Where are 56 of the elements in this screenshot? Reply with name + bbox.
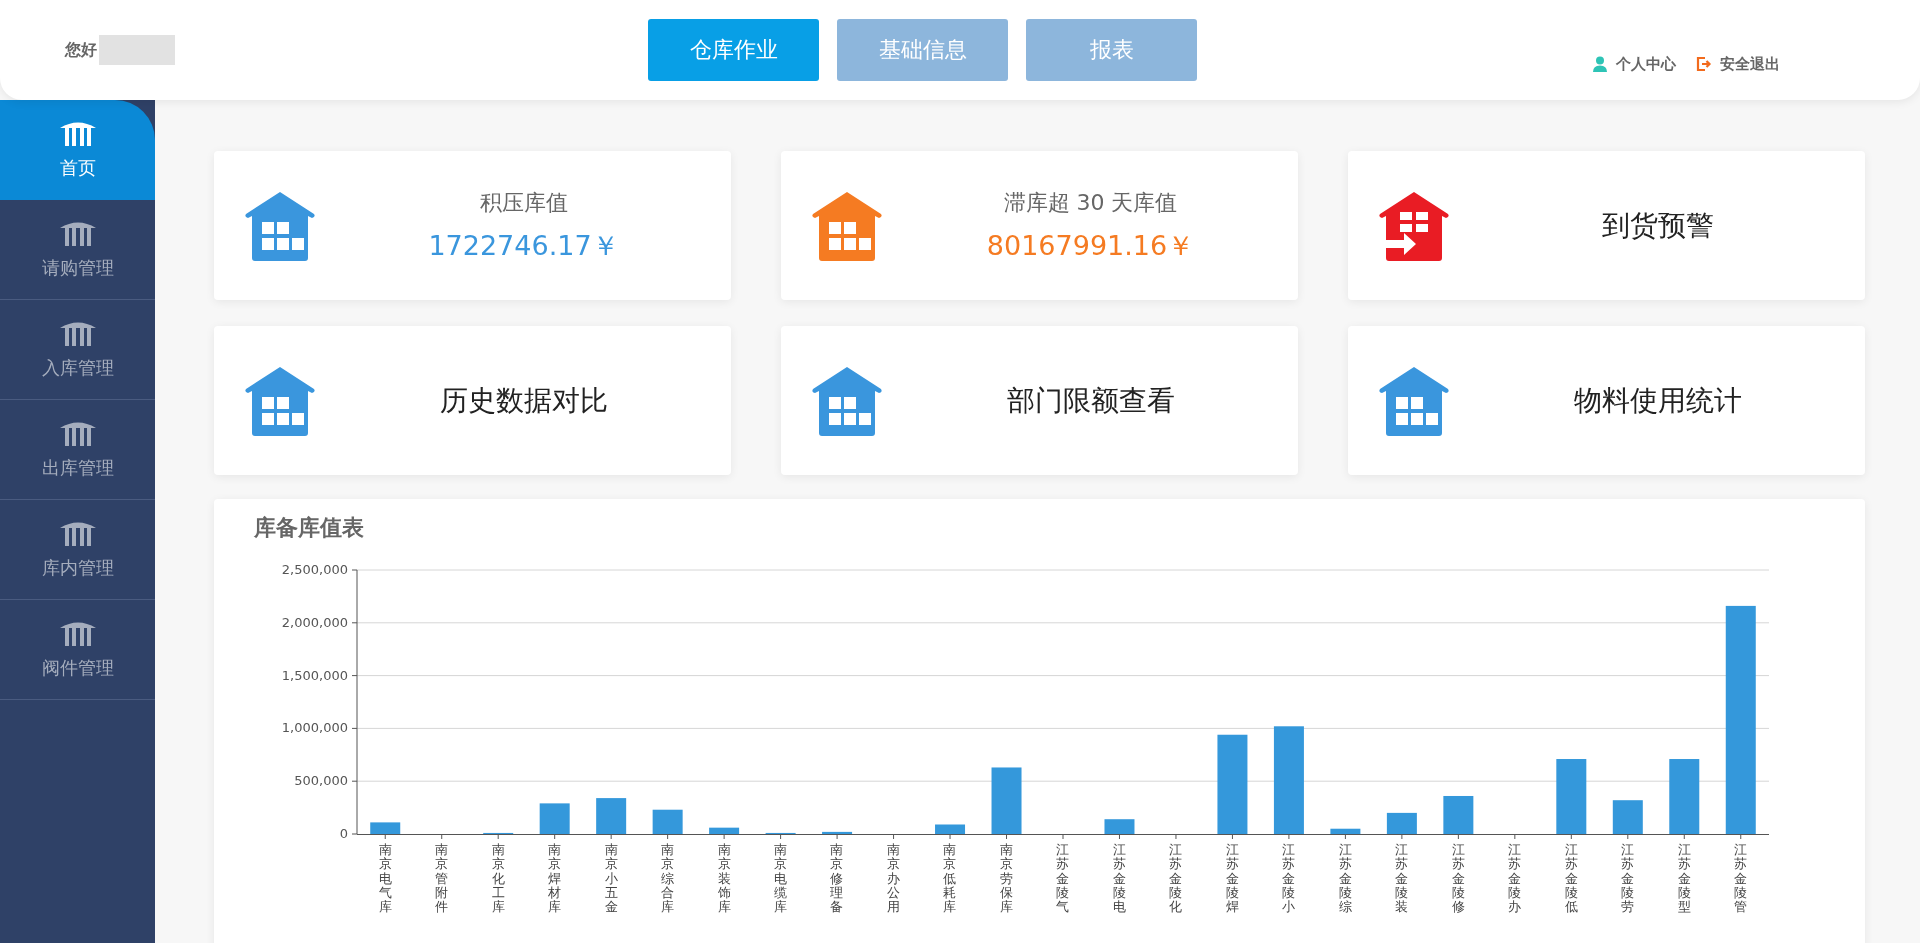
dashboard-card[interactable]: 滞库超 30 天库值 80167991.16￥ [781,151,1298,300]
user-link[interactable]: 安全退出 [1696,54,1780,74]
x-axis-label: 江苏金陵修 [1451,843,1465,915]
sidebar-item[interactable]: 库内管理 [0,500,155,600]
x-axis-label: 江苏金陵焊 [1225,843,1239,915]
card-title: 到货预警 [1601,207,1714,244]
y-axis-label: 0 [339,826,348,841]
x-axis-label: 南京装饰库 [717,843,731,915]
x-axis-label: 江苏金陵办 [1508,843,1522,915]
nav-tab[interactable]: 仓库作业 [648,19,819,81]
card-title: 滞库超 30 天库值 [1003,188,1178,217]
x-axis-label: 南京办公用 [886,843,900,915]
sidebar-item[interactable]: 出库管理 [0,400,155,500]
x-axis-label: 南京电气库 [378,843,392,915]
y-axis-label: 1,000,000 [281,720,348,736]
x-axis-label: 江苏金陵电 [1112,843,1126,915]
sidebar-item[interactable]: 请购管理 [0,200,155,300]
x-axis-label: 南京综合库 [661,843,675,915]
sidebar-item[interactable]: 首页 [0,100,155,200]
card-title: 历史数据对比 [439,382,608,419]
card-title: 部门限额查看 [1006,382,1175,419]
x-axis-label: 南京修理备 [830,843,844,915]
card-value: 80167991.16￥ [986,228,1195,263]
greeting-text: 您好 [65,39,97,61]
dashboard-card[interactable]: 部门限额查看 [781,326,1298,475]
x-axis-label: 江苏金陵型 [1677,843,1691,915]
x-axis-label: 江苏金陵化 [1169,843,1183,915]
sidebar-item[interactable]: 阀件管理 [0,600,155,700]
dashboard-card[interactable]: 历史数据对比 [214,326,731,475]
sidebar-item[interactable]: 入库管理 [0,300,155,400]
y-axis-label: 500,000 [294,773,348,789]
x-axis-label: 南京电缆库 [774,843,787,915]
x-axis-label: 南京焊材库 [548,843,562,915]
x-axis-label: 南京化工库 [491,843,505,915]
y-axis-label: 2,000,000 [281,614,348,630]
x-axis-label: 江苏金陵管 [1734,843,1747,915]
x-axis-label: 南京劳保库 [999,843,1013,915]
user-link[interactable]: 个人中心 [1592,54,1676,74]
x-axis-label: 江苏金陵劳 [1621,843,1635,915]
x-axis-label: 江苏金陵气 [1056,843,1070,915]
x-axis-label: 江苏金陵综 [1338,843,1352,915]
y-axis-label: 1,500,000 [281,667,348,683]
dashboard-card[interactable]: 物料使用统计 [1348,326,1865,475]
x-axis-label: 南京小五金 [604,843,618,915]
y-axis-label: 2,500,000 [281,562,348,577]
x-axis-label: 南京低耗库 [943,843,957,915]
dashboard-card[interactable]: 积压库值 1722746.17￥ [214,151,731,300]
card-value: 1722746.17￥ [428,228,619,263]
x-axis-label: 江苏金陵小 [1282,843,1296,915]
dashboard-card[interactable]: 到货预警 [1348,151,1865,300]
chart-title: 库备库值表 [253,514,365,542]
x-axis-label: 南京管附件 [435,843,449,915]
card-title: 积压库值 [479,188,568,217]
card-title: 物料使用统计 [1573,382,1742,419]
x-axis-label: 江苏金陵低 [1564,843,1578,915]
x-axis-label: 江苏金陵装 [1395,843,1409,915]
